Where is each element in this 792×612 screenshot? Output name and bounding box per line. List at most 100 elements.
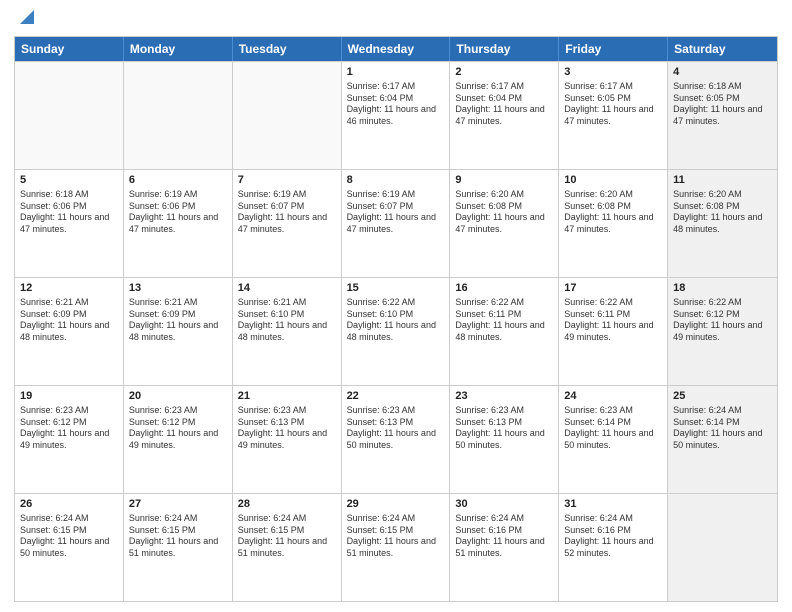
- day-number: 2: [455, 65, 553, 80]
- cell-info: Sunrise: 6:23 AM Sunset: 6:13 PM Dayligh…: [455, 405, 553, 452]
- cell-info: Sunrise: 6:22 AM Sunset: 6:11 PM Dayligh…: [455, 297, 553, 344]
- cal-cell-2-3: 15Sunrise: 6:22 AM Sunset: 6:10 PM Dayli…: [342, 278, 451, 385]
- cell-info: Sunrise: 6:21 AM Sunset: 6:09 PM Dayligh…: [129, 297, 227, 344]
- day-number: 3: [564, 65, 662, 80]
- day-number: 10: [564, 173, 662, 188]
- header: [14, 10, 778, 28]
- cal-cell-2-4: 16Sunrise: 6:22 AM Sunset: 6:11 PM Dayli…: [450, 278, 559, 385]
- header-day-wednesday: Wednesday: [342, 37, 451, 61]
- cal-cell-1-3: 8Sunrise: 6:19 AM Sunset: 6:07 PM Daylig…: [342, 170, 451, 277]
- cal-cell-2-0: 12Sunrise: 6:21 AM Sunset: 6:09 PM Dayli…: [15, 278, 124, 385]
- cell-info: Sunrise: 6:19 AM Sunset: 6:07 PM Dayligh…: [238, 189, 336, 236]
- cell-info: Sunrise: 6:20 AM Sunset: 6:08 PM Dayligh…: [455, 189, 553, 236]
- cell-info: Sunrise: 6:17 AM Sunset: 6:05 PM Dayligh…: [564, 81, 662, 128]
- cell-info: Sunrise: 6:23 AM Sunset: 6:14 PM Dayligh…: [564, 405, 662, 452]
- cal-cell-1-5: 10Sunrise: 6:20 AM Sunset: 6:08 PM Dayli…: [559, 170, 668, 277]
- cal-cell-1-4: 9Sunrise: 6:20 AM Sunset: 6:08 PM Daylig…: [450, 170, 559, 277]
- cell-info: Sunrise: 6:17 AM Sunset: 6:04 PM Dayligh…: [455, 81, 553, 128]
- cal-cell-4-2: 28Sunrise: 6:24 AM Sunset: 6:15 PM Dayli…: [233, 494, 342, 601]
- calendar-body: 1Sunrise: 6:17 AM Sunset: 6:04 PM Daylig…: [15, 61, 777, 601]
- day-number: 18: [673, 281, 772, 296]
- calendar-row-2: 12Sunrise: 6:21 AM Sunset: 6:09 PM Dayli…: [15, 277, 777, 385]
- header-day-monday: Monday: [124, 37, 233, 61]
- cell-info: Sunrise: 6:24 AM Sunset: 6:14 PM Dayligh…: [673, 405, 772, 452]
- cal-cell-3-3: 22Sunrise: 6:23 AM Sunset: 6:13 PM Dayli…: [342, 386, 451, 493]
- cell-info: Sunrise: 6:22 AM Sunset: 6:10 PM Dayligh…: [347, 297, 445, 344]
- cal-cell-3-1: 20Sunrise: 6:23 AM Sunset: 6:12 PM Dayli…: [124, 386, 233, 493]
- cell-info: Sunrise: 6:24 AM Sunset: 6:16 PM Dayligh…: [455, 513, 553, 560]
- cal-cell-3-4: 23Sunrise: 6:23 AM Sunset: 6:13 PM Dayli…: [450, 386, 559, 493]
- day-number: 19: [20, 389, 118, 404]
- cell-info: Sunrise: 6:24 AM Sunset: 6:16 PM Dayligh…: [564, 513, 662, 560]
- day-number: 23: [455, 389, 553, 404]
- cal-cell-1-6: 11Sunrise: 6:20 AM Sunset: 6:08 PM Dayli…: [668, 170, 777, 277]
- day-number: 22: [347, 389, 445, 404]
- cal-cell-0-6: 4Sunrise: 6:18 AM Sunset: 6:05 PM Daylig…: [668, 62, 777, 169]
- day-number: 15: [347, 281, 445, 296]
- cal-cell-3-5: 24Sunrise: 6:23 AM Sunset: 6:14 PM Dayli…: [559, 386, 668, 493]
- header-day-friday: Friday: [559, 37, 668, 61]
- header-day-tuesday: Tuesday: [233, 37, 342, 61]
- cal-cell-3-2: 21Sunrise: 6:23 AM Sunset: 6:13 PM Dayli…: [233, 386, 342, 493]
- cell-info: Sunrise: 6:22 AM Sunset: 6:12 PM Dayligh…: [673, 297, 772, 344]
- cal-cell-2-2: 14Sunrise: 6:21 AM Sunset: 6:10 PM Dayli…: [233, 278, 342, 385]
- day-number: 14: [238, 281, 336, 296]
- day-number: 27: [129, 497, 227, 512]
- day-number: 9: [455, 173, 553, 188]
- day-number: 17: [564, 281, 662, 296]
- day-number: 8: [347, 173, 445, 188]
- day-number: 6: [129, 173, 227, 188]
- cal-cell-3-6: 25Sunrise: 6:24 AM Sunset: 6:14 PM Dayli…: [668, 386, 777, 493]
- header-day-sunday: Sunday: [15, 37, 124, 61]
- cell-info: Sunrise: 6:20 AM Sunset: 6:08 PM Dayligh…: [564, 189, 662, 236]
- cell-info: Sunrise: 6:21 AM Sunset: 6:09 PM Dayligh…: [20, 297, 118, 344]
- day-number: 20: [129, 389, 227, 404]
- cell-info: Sunrise: 6:21 AM Sunset: 6:10 PM Dayligh…: [238, 297, 336, 344]
- calendar-row-1: 5Sunrise: 6:18 AM Sunset: 6:06 PM Daylig…: [15, 169, 777, 277]
- calendar-header: SundayMondayTuesdayWednesdayThursdayFrid…: [15, 37, 777, 61]
- day-number: 25: [673, 389, 772, 404]
- day-number: 30: [455, 497, 553, 512]
- calendar: SundayMondayTuesdayWednesdayThursdayFrid…: [14, 36, 778, 602]
- cal-cell-4-1: 27Sunrise: 6:24 AM Sunset: 6:15 PM Dayli…: [124, 494, 233, 601]
- cal-cell-1-0: 5Sunrise: 6:18 AM Sunset: 6:06 PM Daylig…: [15, 170, 124, 277]
- cell-info: Sunrise: 6:22 AM Sunset: 6:11 PM Dayligh…: [564, 297, 662, 344]
- cell-info: Sunrise: 6:24 AM Sunset: 6:15 PM Dayligh…: [129, 513, 227, 560]
- day-number: 24: [564, 389, 662, 404]
- day-number: 11: [673, 173, 772, 188]
- cal-cell-1-2: 7Sunrise: 6:19 AM Sunset: 6:07 PM Daylig…: [233, 170, 342, 277]
- header-day-thursday: Thursday: [450, 37, 559, 61]
- day-number: 13: [129, 281, 227, 296]
- day-number: 12: [20, 281, 118, 296]
- cell-info: Sunrise: 6:23 AM Sunset: 6:13 PM Dayligh…: [238, 405, 336, 452]
- cell-info: Sunrise: 6:18 AM Sunset: 6:06 PM Dayligh…: [20, 189, 118, 236]
- cal-cell-2-6: 18Sunrise: 6:22 AM Sunset: 6:12 PM Dayli…: [668, 278, 777, 385]
- cal-cell-2-1: 13Sunrise: 6:21 AM Sunset: 6:09 PM Dayli…: [124, 278, 233, 385]
- cal-cell-4-6: [668, 494, 777, 601]
- cell-info: Sunrise: 6:23 AM Sunset: 6:13 PM Dayligh…: [347, 405, 445, 452]
- cell-info: Sunrise: 6:19 AM Sunset: 6:06 PM Dayligh…: [129, 189, 227, 236]
- day-number: 16: [455, 281, 553, 296]
- cal-cell-1-1: 6Sunrise: 6:19 AM Sunset: 6:06 PM Daylig…: [124, 170, 233, 277]
- cal-cell-0-3: 1Sunrise: 6:17 AM Sunset: 6:04 PM Daylig…: [342, 62, 451, 169]
- logo-icon: [16, 6, 38, 28]
- cal-cell-0-2: [233, 62, 342, 169]
- day-number: 21: [238, 389, 336, 404]
- cell-info: Sunrise: 6:18 AM Sunset: 6:05 PM Dayligh…: [673, 81, 772, 128]
- day-number: 31: [564, 497, 662, 512]
- day-number: 1: [347, 65, 445, 80]
- cal-cell-4-3: 29Sunrise: 6:24 AM Sunset: 6:15 PM Dayli…: [342, 494, 451, 601]
- cell-info: Sunrise: 6:24 AM Sunset: 6:15 PM Dayligh…: [347, 513, 445, 560]
- cal-cell-0-1: [124, 62, 233, 169]
- cell-info: Sunrise: 6:23 AM Sunset: 6:12 PM Dayligh…: [129, 405, 227, 452]
- calendar-row-0: 1Sunrise: 6:17 AM Sunset: 6:04 PM Daylig…: [15, 61, 777, 169]
- cell-info: Sunrise: 6:19 AM Sunset: 6:07 PM Dayligh…: [347, 189, 445, 236]
- day-number: 4: [673, 65, 772, 80]
- cal-cell-2-5: 17Sunrise: 6:22 AM Sunset: 6:11 PM Dayli…: [559, 278, 668, 385]
- cal-cell-4-0: 26Sunrise: 6:24 AM Sunset: 6:15 PM Dayli…: [15, 494, 124, 601]
- cell-info: Sunrise: 6:17 AM Sunset: 6:04 PM Dayligh…: [347, 81, 445, 128]
- cell-info: Sunrise: 6:20 AM Sunset: 6:08 PM Dayligh…: [673, 189, 772, 236]
- calendar-row-4: 26Sunrise: 6:24 AM Sunset: 6:15 PM Dayli…: [15, 493, 777, 601]
- cell-info: Sunrise: 6:23 AM Sunset: 6:12 PM Dayligh…: [20, 405, 118, 452]
- day-number: 7: [238, 173, 336, 188]
